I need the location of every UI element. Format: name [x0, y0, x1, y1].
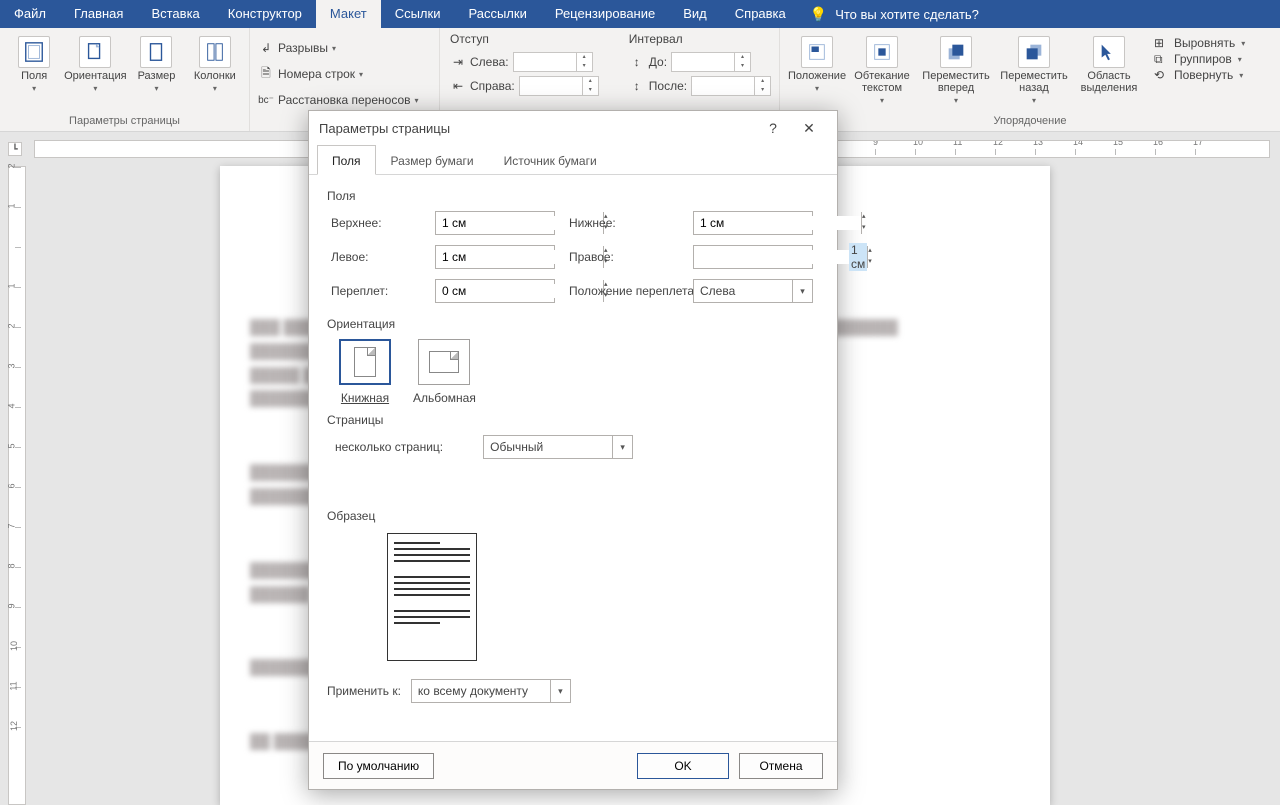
selection-pane-button[interactable]: Область выделения	[1074, 32, 1144, 94]
bottom-margin-label: Нижнее:	[569, 216, 679, 230]
close-button[interactable]: ✕	[791, 111, 827, 145]
tab-layout[interactable]: Макет	[316, 0, 381, 28]
orientation-portrait[interactable]: Книжная	[339, 339, 391, 405]
spacing-before-label: До:	[649, 55, 667, 69]
rotate-button[interactable]: ⟲Повернуть ▾	[1154, 68, 1245, 82]
cancel-button[interactable]: Отмена	[739, 753, 823, 779]
pages-section-label: Страницы	[327, 413, 819, 427]
hyphenation-button[interactable]: bc⁻Расстановка переносов ▾	[258, 90, 431, 110]
gutter-label: Переплет:	[331, 284, 421, 298]
spacing-label: Интервал	[629, 32, 771, 46]
spacing-after-input[interactable]: ▴▾	[691, 76, 771, 96]
indent-right-input[interactable]: ▴▾	[519, 76, 599, 96]
spacing-after-label: После:	[649, 79, 687, 93]
line-numbers-button[interactable]: 🗎Номера строк ▾	[258, 64, 431, 84]
margins-section-label: Поля	[327, 189, 819, 203]
tab-view[interactable]: Вид	[669, 0, 721, 28]
indent-left-label: Слева:	[470, 55, 509, 69]
tab-file[interactable]: Файл	[0, 0, 60, 28]
left-margin-input[interactable]: ▴▾	[435, 245, 555, 269]
ok-button[interactable]: OK	[637, 753, 729, 779]
gutter-pos-label: Положение переплета:	[569, 284, 679, 298]
tab-home[interactable]: Главная	[60, 0, 137, 28]
group-arrange-label: Упорядочение	[788, 115, 1272, 129]
right-margin-label: Правое:	[569, 250, 679, 264]
tab-references[interactable]: Ссылки	[381, 0, 455, 28]
margins-button[interactable]: Поля▾	[8, 32, 60, 93]
multi-pages-select[interactable]: Обычный▾	[483, 435, 633, 459]
apply-to-select[interactable]: ко всему документу▾	[411, 679, 571, 703]
orientation-section-label: Ориентация	[327, 317, 819, 331]
wrap-text-button[interactable]: Обтекание текстом▾	[848, 32, 916, 105]
indent-right-label: Справа:	[470, 79, 515, 93]
indent-left-input[interactable]: ▴▾	[513, 52, 593, 72]
apply-to-label: Применить к:	[327, 684, 401, 698]
indent-label: Отступ	[450, 32, 599, 46]
send-backward-button[interactable]: Переместить назад▾	[996, 32, 1072, 105]
columns-button[interactable]: Колонки▾	[189, 32, 241, 93]
multi-pages-label: несколько страниц:	[335, 440, 443, 454]
group-page-setup-label: Параметры страницы	[8, 115, 241, 129]
dialog-tab-source[interactable]: Источник бумаги	[489, 145, 612, 174]
tab-help[interactable]: Справка	[721, 0, 800, 28]
bring-forward-button[interactable]: Переместить вперед▾	[918, 32, 994, 105]
orientation-landscape[interactable]: Альбомная	[413, 339, 476, 405]
position-button[interactable]: Положение▾	[788, 32, 846, 93]
orientation-button[interactable]: Ориентация▾	[66, 32, 124, 93]
tab-insert[interactable]: Вставка	[137, 0, 213, 28]
breaks-button[interactable]: ↲Разрывы ▾	[258, 38, 431, 58]
bottom-margin-input[interactable]: ▴▾	[693, 211, 813, 235]
tab-selector[interactable]: ┗	[8, 142, 22, 156]
gutter-pos-select[interactable]: Слева▾	[693, 279, 813, 303]
left-margin-label: Левое:	[331, 250, 421, 264]
page-setup-dialog: Параметры страницы ? ✕ Поля Размер бумаг…	[308, 110, 838, 790]
tab-review[interactable]: Рецензирование	[541, 0, 669, 28]
group-button[interactable]: ⧉Группиров ▾	[1154, 52, 1245, 66]
dialog-tab-paper[interactable]: Размер бумаги	[376, 145, 489, 174]
align-button[interactable]: ⊞Выровнять ▾	[1154, 36, 1245, 50]
top-margin-label: Верхнее:	[331, 216, 421, 230]
vertical-ruler[interactable]: 2 1 1 2 3 4 5 6 7 8 9 10 11 12	[8, 166, 26, 805]
tell-me-label: Что вы хотите сделать?	[835, 7, 979, 22]
tab-design[interactable]: Конструктор	[214, 0, 316, 28]
dialog-title: Параметры страницы	[319, 121, 450, 136]
preview-section-label: Образец	[327, 509, 819, 523]
tell-me[interactable]: 💡 Что вы хотите сделать?	[800, 0, 989, 28]
right-margin-input[interactable]: 1 см▴▾	[693, 245, 813, 269]
gutter-input[interactable]: ▴▾	[435, 279, 555, 303]
help-button[interactable]: ?	[755, 111, 791, 145]
ribbon-tabs: Файл Главная Вставка Конструктор Макет С…	[0, 0, 1280, 28]
top-margin-input[interactable]: ▴▾	[435, 211, 555, 235]
spacing-before-input[interactable]: ▴▾	[671, 52, 751, 72]
preview-page-icon	[387, 533, 477, 661]
default-button[interactable]: По умолчанию	[323, 753, 434, 779]
size-button[interactable]: Размер▾	[130, 32, 182, 93]
lightbulb-icon: 💡	[810, 6, 827, 23]
dialog-tab-margins[interactable]: Поля	[317, 145, 376, 175]
tab-mailings[interactable]: Рассылки	[454, 0, 540, 28]
